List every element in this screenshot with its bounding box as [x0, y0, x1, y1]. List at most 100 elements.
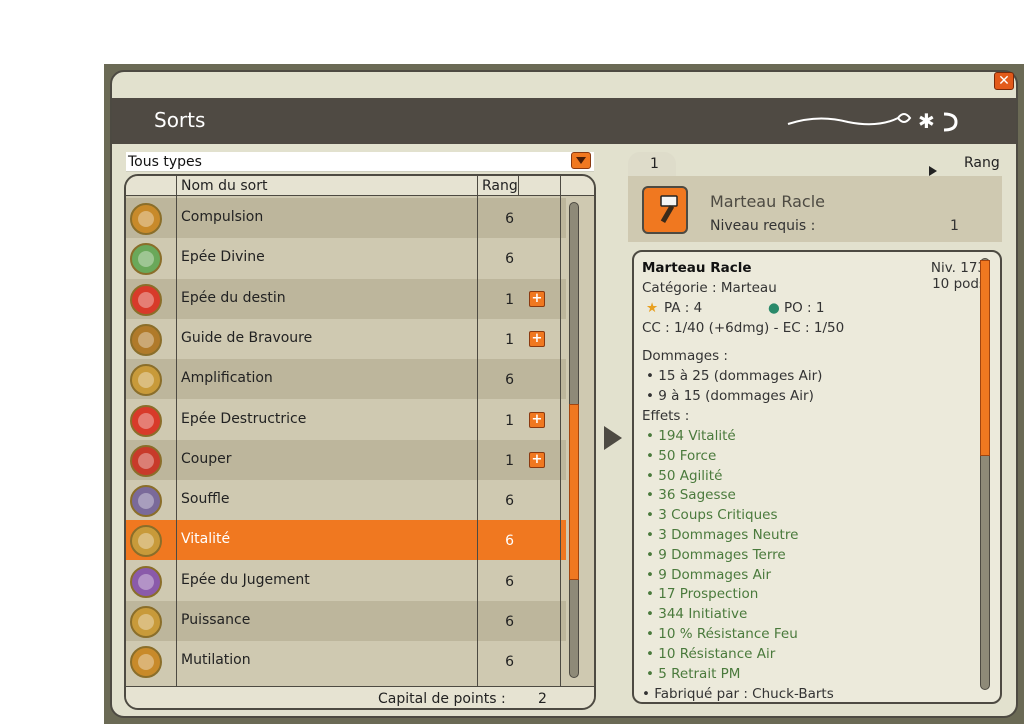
- effect-line: • 5 Retrait PM: [646, 665, 741, 682]
- svg-text:✱: ✱: [918, 109, 935, 133]
- effect-line: • 3 Dommages Neutre: [646, 527, 799, 543]
- spell-row-name: Souffle: [181, 491, 230, 508]
- spell-row-rank: 1: [505, 452, 514, 469]
- spell-row-rank: 6: [505, 493, 514, 510]
- rank-label[interactable]: Rang: [964, 155, 1000, 171]
- couper-icon: [130, 444, 162, 477]
- spell-row-name: Vitalité: [181, 531, 231, 548]
- item-po: PO : 1: [784, 300, 825, 316]
- spell-row[interactable]: Guide de Bravoure 1 +: [126, 318, 566, 359]
- puissance-icon: [130, 606, 162, 638]
- expand-arrow-icon[interactable]: [604, 426, 622, 454]
- effect-line: • 194 Vitalité: [646, 428, 736, 444]
- spell-row[interactable]: Amplification 6: [126, 359, 566, 400]
- spell-row[interactable]: Couper 1 +: [126, 439, 566, 480]
- spell-row[interactable]: Compulsion 6: [126, 198, 566, 238]
- spell-row[interactable]: Epée du destin 1 +: [126, 278, 566, 319]
- effect-line: • 50 Agilité: [646, 467, 723, 484]
- column-header-name[interactable]: Nom du sort: [181, 178, 267, 194]
- spell-row[interactable]: Souffle 6: [126, 480, 566, 521]
- epee-destructrice-icon: [130, 404, 162, 437]
- spell-row-name: Epée Destructrice: [181, 410, 307, 427]
- effects-label: Effets :: [642, 408, 690, 424]
- crafted-by: • Fabriqué par : Chuck-Barts: [642, 686, 834, 702]
- po-icon: ●: [768, 300, 780, 316]
- chevron-down-icon: [576, 157, 586, 164]
- spell-row[interactable]: Epée Destructrice 1 +: [126, 399, 566, 440]
- spell-row-rank: 6: [505, 251, 514, 268]
- effect-line: • 3 Coups Critiques: [646, 507, 778, 524]
- type-filter-select[interactable]: Tous types: [126, 152, 594, 172]
- spell-row-rank: 6: [505, 614, 514, 630]
- effect-line: • 9 Dommages Terre: [646, 546, 786, 563]
- spell-row-name: Couper: [181, 450, 232, 467]
- filter-dropdown-button[interactable]: [571, 152, 591, 169]
- column-header-rank[interactable]: Rang: [482, 178, 518, 194]
- hammer-icon: [642, 186, 688, 234]
- spell-row-rank: 1: [505, 331, 514, 348]
- amplification-icon: [130, 364, 162, 397]
- ornament-icon: ✱: [778, 104, 978, 140]
- spell-row[interactable]: Epée du Jugement 6: [126, 560, 566, 601]
- spell-row-name: Amplification: [181, 370, 273, 387]
- spell-row-rank: 1: [505, 291, 514, 308]
- tab-1[interactable]: 1: [628, 152, 676, 176]
- spell-row[interactable]: Mutilation 6: [126, 641, 566, 682]
- spell-detail-panel: Marteau Racle Niv. 173 10 pods Catégorie…: [632, 250, 1002, 704]
- detail-scroll-thumb[interactable]: [980, 260, 990, 456]
- spell-row-rank: 6: [505, 211, 514, 227]
- spell-row[interactable]: Puissance 6: [126, 601, 566, 641]
- spell-row[interactable]: Epée Divine 6: [126, 238, 566, 279]
- spell-row-rank: 6: [505, 573, 514, 590]
- epee-divine-icon: [130, 243, 162, 276]
- item-weight: 10 pods: [932, 276, 986, 292]
- window-title: Sorts: [154, 108, 206, 132]
- spell-list-scroll-thumb[interactable]: [569, 404, 579, 580]
- vitalite-icon: [130, 525, 162, 558]
- epee-du-jugement-icon: [130, 565, 162, 598]
- spell-row[interactable]: Vitalité 6: [126, 520, 566, 561]
- column-divider: [518, 176, 519, 196]
- epee-du-destin-icon: [130, 283, 162, 316]
- spell-row-name: Guide de Bravoure: [181, 329, 313, 346]
- spell-row-rank: 1: [505, 412, 514, 429]
- upgrade-button[interactable]: +: [529, 411, 545, 428]
- spell-row-name: Puissance: [181, 612, 251, 628]
- effect-line: • 344 Initiative: [646, 606, 748, 623]
- mutilation-icon: [130, 646, 162, 679]
- required-level-label: Niveau requis :: [710, 218, 816, 234]
- item-level: Niv. 173: [930, 260, 986, 276]
- required-level-value: 1: [950, 218, 959, 234]
- upgrade-button[interactable]: +: [529, 330, 545, 347]
- tab-1-label: 1: [650, 156, 659, 172]
- effect-line: • 17 Prospection: [646, 586, 759, 603]
- upgrade-button[interactable]: +: [529, 451, 545, 468]
- compulsion-icon: [130, 203, 162, 235]
- effect-line: • 36 Sagesse: [646, 487, 736, 504]
- spell-row-name: Epée du destin: [181, 289, 286, 306]
- spell-row-rank: 6: [505, 533, 514, 550]
- effect-line: • 9 Dommages Air: [646, 566, 772, 583]
- close-button[interactable]: ✕: [994, 72, 1014, 90]
- upgrade-button[interactable]: +: [529, 290, 545, 307]
- spell-list: Nom du sort Rang Compulsion 6 Epée Divine 6…: [124, 174, 596, 710]
- title-bar[interactable]: Sorts ✱: [112, 98, 1016, 144]
- spell-list-header: Nom du sort Rang: [126, 176, 594, 196]
- damage-line: • 15 à 25 (dommages Air): [646, 368, 823, 384]
- spell-row-name: Epée du Jugement: [181, 571, 310, 588]
- item-cc-ec: CC : 1/40 (+6dmg) - EC : 1/50: [642, 320, 845, 336]
- capital-points-bar: Capital de points : 2: [126, 686, 594, 708]
- souffle-icon: [130, 485, 162, 518]
- column-divider: [176, 176, 177, 708]
- type-filter-value: Tous types: [128, 154, 202, 170]
- damages-label: Dommages :: [642, 348, 728, 364]
- effect-line: • 10 Résistance Air: [646, 645, 776, 662]
- effect-line: • 10 % Résistance Feu: [646, 626, 798, 642]
- spell-name: Marteau Racle: [710, 192, 825, 211]
- item-category: Catégorie : Marteau: [642, 280, 777, 296]
- item-title: Marteau Racle: [642, 260, 752, 276]
- capital-points-label: Capital de points :: [378, 691, 506, 707]
- column-divider: [477, 176, 478, 708]
- pa-icon: ★: [646, 300, 659, 316]
- spell-row-name: Epée Divine: [181, 249, 265, 266]
